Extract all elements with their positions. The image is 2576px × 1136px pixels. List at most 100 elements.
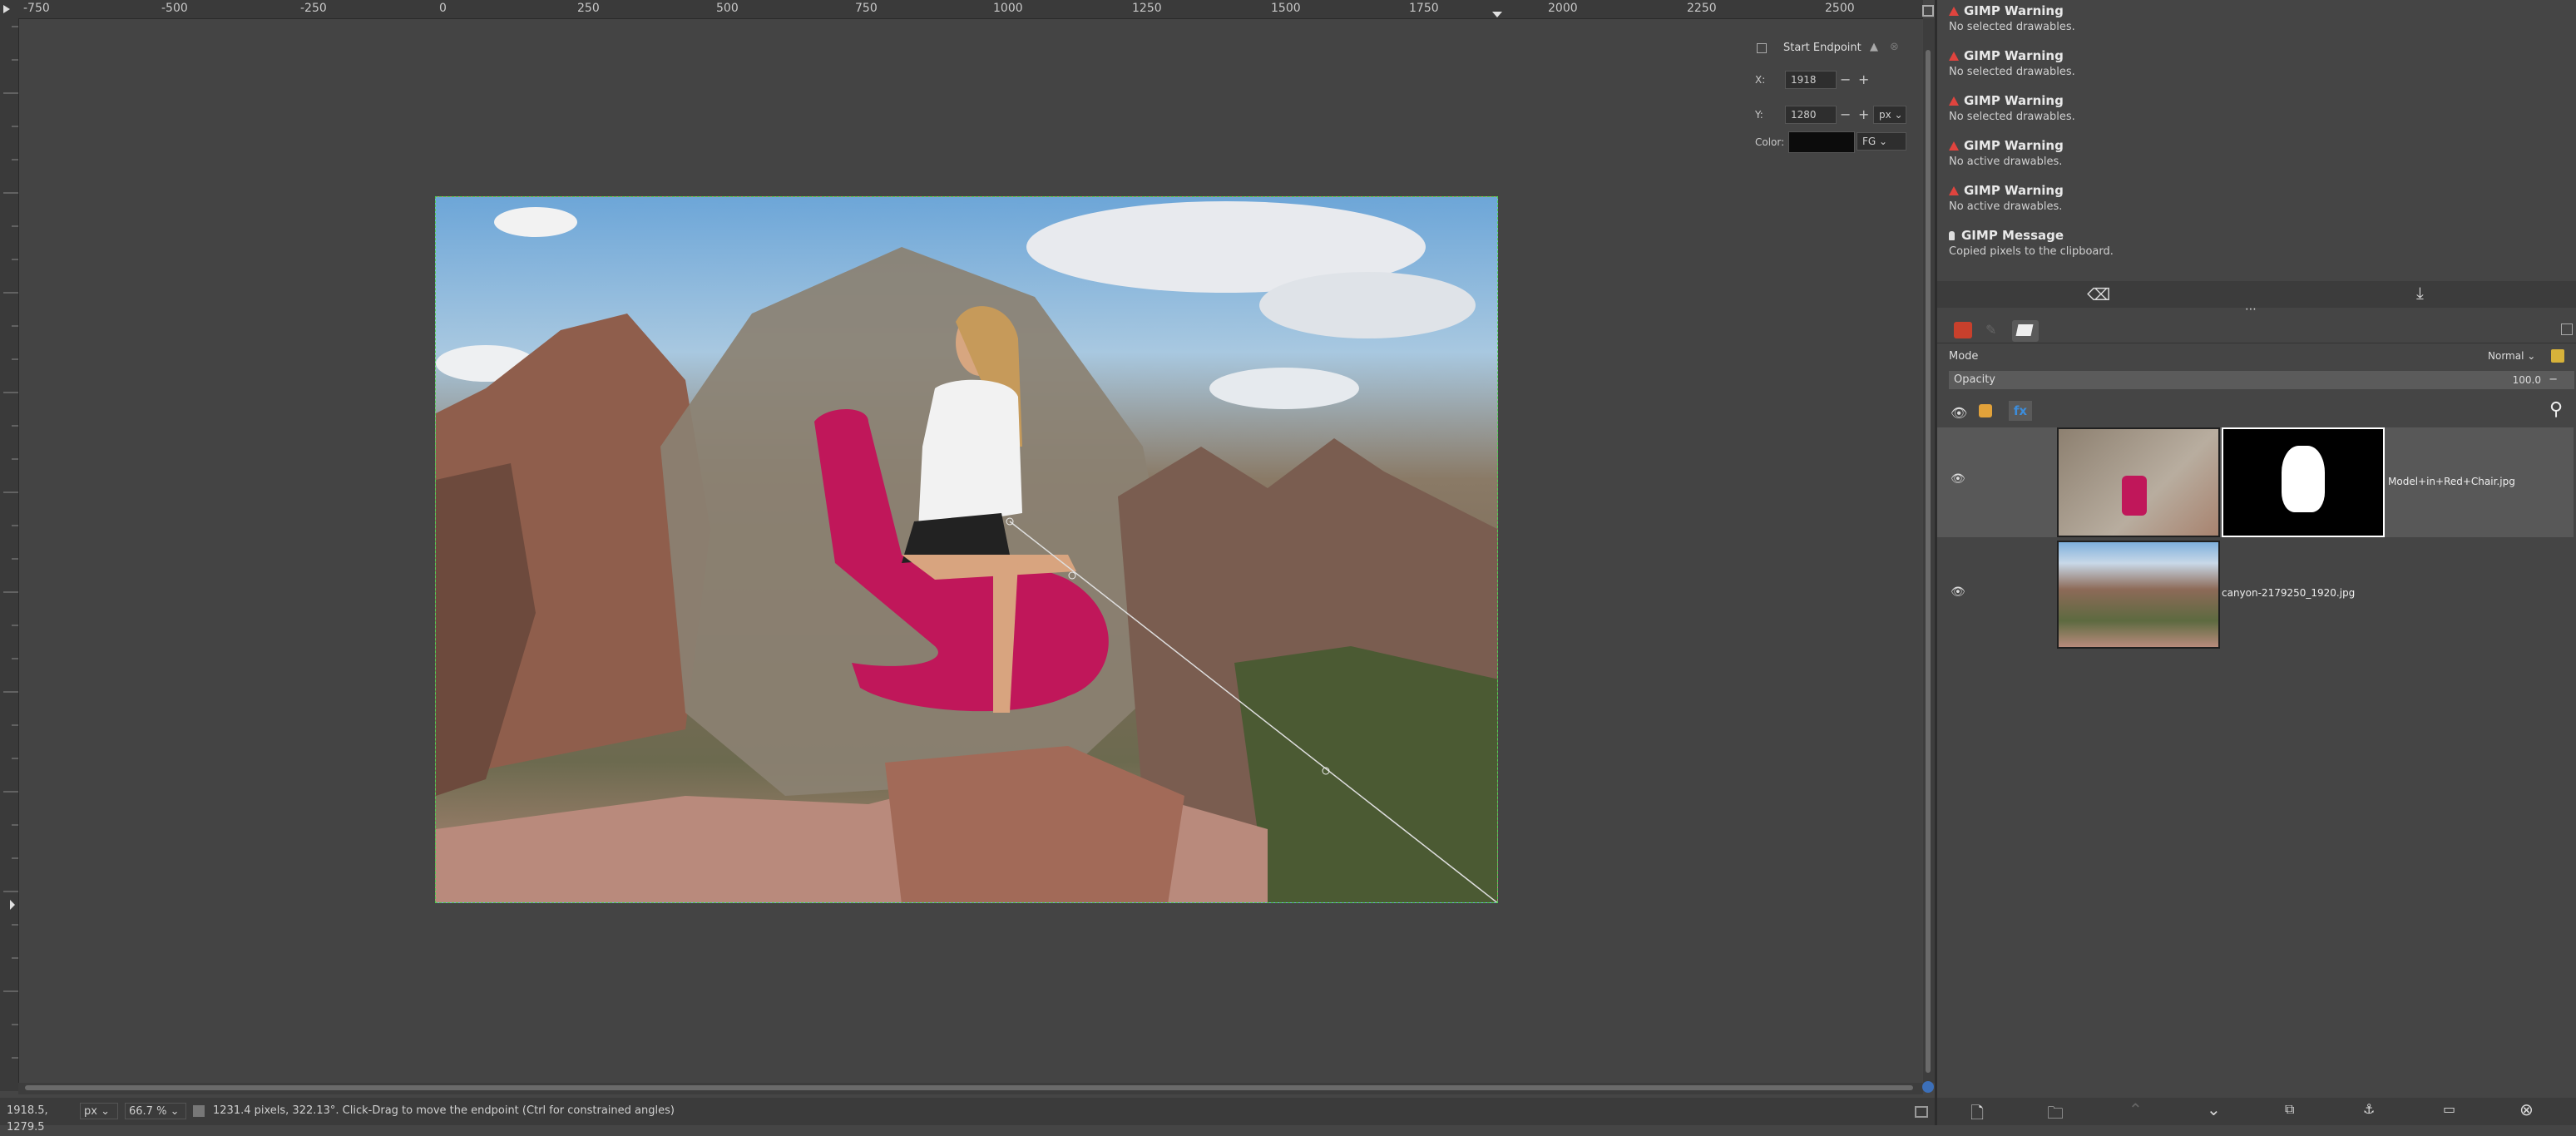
vertical-ruler[interactable]	[0, 18, 19, 1091]
paths-tab-icon[interactable]: ✎	[1985, 322, 2004, 338]
layers-button-bar: 🗋 🗀 ⌃ ⌄ ⧉ ⚓ ▭ ⊗	[1937, 1098, 2576, 1125]
messages-button-bar: ⌫ ⤓	[1937, 281, 2576, 308]
ruler-label: 0	[439, 2, 447, 15]
zoom-fit-icon[interactable]	[1922, 5, 1934, 17]
mode-select[interactable]: Normal ⌄	[2488, 350, 2535, 362]
vertical-scroll-thumb[interactable]	[1926, 50, 1931, 1073]
mask-icon[interactable]: ▭	[2443, 1101, 2455, 1117]
eye-icon[interactable]: 👁	[1951, 472, 1965, 486]
y-label: Y:	[1755, 109, 1763, 121]
opacity-minus-button[interactable]: −	[2549, 371, 2558, 389]
save-messages-icon[interactable]: ⤓	[2416, 283, 2424, 303]
ruler-label: 2500	[1825, 2, 1855, 15]
message-item: GIMP Warning No selected drawables.	[1949, 93, 2075, 123]
message-title: GIMP Message	[1961, 228, 2064, 243]
image-canvas[interactable]	[435, 196, 1498, 903]
message-item: GIMP Warning No selected drawables.	[1949, 3, 2075, 33]
warning-icon	[1949, 141, 1959, 151]
close-icon[interactable]: ⊗	[1890, 41, 1899, 53]
pointer-coordinates: 1918.5, 1279.5	[7, 1104, 48, 1134]
x-label: X:	[1755, 74, 1766, 86]
message-item: GIMP Warning No active drawables.	[1949, 183, 2064, 213]
opacity-value: 100.0	[2512, 374, 2541, 386]
ruler-label: 750	[855, 2, 878, 15]
mask-silhouette	[2282, 446, 2325, 512]
warning-icon	[1949, 52, 1959, 61]
dock-tabs: ✎	[1937, 318, 2576, 343]
x-plus-button[interactable]: +	[1858, 72, 1869, 87]
horizontal-ruler[interactable]: -750 -500 -250 0 250 500 750 1000 1250 1…	[18, 0, 1923, 19]
clear-messages-icon[interactable]: ⌫	[2087, 284, 2110, 304]
ruler-label: -500	[161, 2, 188, 15]
visibility-header-icon[interactable]: 👁	[1951, 405, 1967, 421]
layer-thumbnail[interactable]	[2057, 427, 2220, 537]
message-title: GIMP Warning	[1964, 93, 2064, 108]
zoom-dropdown[interactable]: 66.7 % ⌄	[125, 1103, 186, 1119]
configure-tab-icon[interactable]	[2561, 324, 2573, 335]
lower-layer-icon[interactable]: ⌄	[2207, 1099, 2221, 1119]
layer-name[interactable]: Model+in+Red+Chair.jpg	[2388, 476, 2515, 487]
y-input[interactable]: 1280	[1785, 106, 1837, 124]
layer-row[interactable]: 👁 canyon-2179250_1920.jpg	[1937, 541, 2574, 649]
channels-tab-icon	[2015, 324, 2034, 336]
color-mode-select[interactable]: FG ⌄	[1857, 132, 1906, 151]
vertical-ruler-ticks	[3, 26, 18, 1059]
layer-thumbnail[interactable]	[2057, 541, 2220, 649]
anchor-layer-icon[interactable]: ⚓	[2363, 1101, 2375, 1117]
x-input[interactable]: 1918	[1785, 71, 1837, 89]
ruler-label: 1250	[1132, 2, 1162, 15]
navigate-icon[interactable]	[1922, 1081, 1934, 1093]
mode-switch-icon[interactable]	[2551, 349, 2564, 363]
blend-tool-overlay: Start Endpoint ▲ ⊗ X: 1918 − + Y: 1280 −…	[1747, 33, 1909, 158]
lock-icon[interactable]	[1979, 404, 1992, 417]
x-minus-button[interactable]: −	[1840, 72, 1851, 87]
message-item: GIMP Warning No active drawables.	[1949, 138, 2064, 168]
ruler-label: 250	[577, 2, 600, 15]
search-icon[interactable]: ⚲	[2549, 399, 2563, 420]
message-body: No active drawables.	[1949, 200, 2063, 213]
status-unit: px	[84, 1105, 97, 1118]
cancel-icon[interactable]	[1915, 1106, 1928, 1118]
opacity-slider[interactable]: Opacity 100.0 −	[1949, 371, 2574, 389]
layer-mask-thumbnail[interactable]	[2222, 427, 2385, 537]
message-body: Copied pixels to the clipboard.	[1949, 245, 2114, 258]
fx-icon[interactable]: fx	[2009, 401, 2032, 421]
message-body: No selected drawables.	[1949, 21, 2075, 33]
color-mode-value: FG	[1862, 136, 1876, 147]
dock-handle-icon[interactable]: ⋯	[2245, 303, 2257, 316]
message-body: No selected drawables.	[1949, 66, 2075, 78]
y-plus-button[interactable]: +	[1858, 106, 1869, 122]
mode-value: Normal	[2488, 350, 2524, 362]
horizontal-scroll-thumb[interactable]	[25, 1085, 1913, 1090]
delete-layer-icon[interactable]: ⊗	[2519, 1099, 2534, 1119]
layer-name[interactable]: canyon-2179250_1920.jpg	[2222, 587, 2355, 599]
y-minus-button[interactable]: −	[1840, 106, 1851, 122]
right-dock: GIMP Warning No selected drawables. GIMP…	[1935, 0, 2576, 1125]
ruler-label: -750	[23, 2, 50, 15]
color-swatch[interactable]	[1788, 131, 1855, 153]
message-body: No selected drawables.	[1949, 111, 2075, 123]
unit-select[interactable]: px ⌄	[1873, 106, 1906, 124]
ruler-corner-button[interactable]	[0, 0, 19, 19]
message-item: GIMP Message Copied pixels to the clipbo…	[1949, 228, 2114, 258]
message-title: GIMP Warning	[1964, 48, 2064, 63]
chair-thumbnail-mark	[2122, 476, 2147, 516]
channels-tab[interactable]	[2012, 320, 2039, 342]
layers-tab-icon[interactable]	[1954, 322, 1972, 338]
warning-icon	[1949, 186, 1959, 195]
info-icon	[1949, 231, 1955, 240]
overlay-title: Start Endpoint	[1783, 42, 1862, 54]
overlay-menu-icon[interactable]	[1757, 43, 1767, 53]
ruler-label: 1500	[1271, 2, 1301, 15]
warning-icon	[1949, 96, 1959, 106]
ruler-label: -250	[300, 2, 327, 15]
layer-row[interactable]: 👁 Model+in+Red+Chair.jpg	[1937, 427, 2574, 537]
raise-layer-icon[interactable]: ⌃	[2129, 1099, 2143, 1119]
unit-dropdown[interactable]: px ⌄	[80, 1103, 118, 1119]
message-title: GIMP Warning	[1964, 3, 2064, 18]
pin-icon[interactable]: ▲	[1870, 41, 1878, 53]
ruler-label: 1750	[1409, 2, 1439, 15]
eye-icon[interactable]: 👁	[1951, 585, 1965, 599]
duplicate-layer-icon[interactable]: ⧉	[2285, 1101, 2294, 1118]
mode-label: Mode	[1949, 350, 1979, 363]
